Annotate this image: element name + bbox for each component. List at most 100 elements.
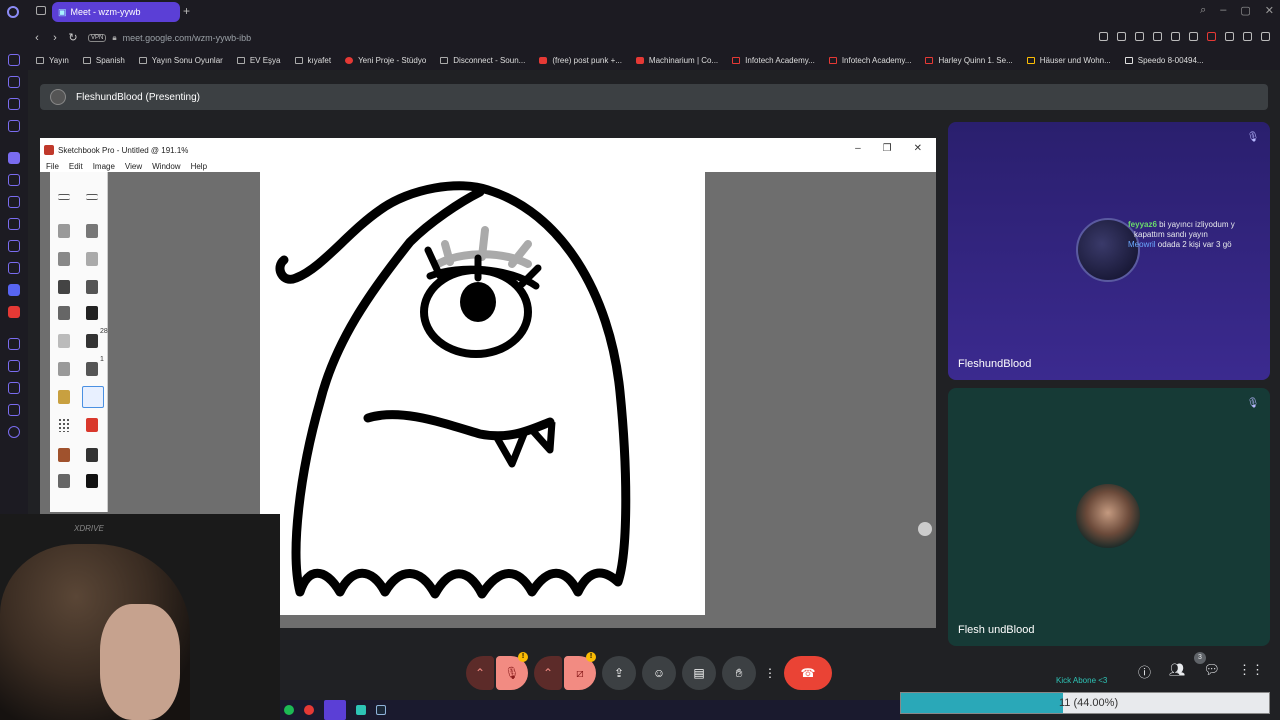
sidebar-icon-9[interactable] (8, 240, 20, 252)
minimize-icon[interactable]: – (855, 143, 861, 154)
close-icon[interactable]: ✕ (1265, 4, 1274, 17)
texture-brush-icon[interactable] (58, 418, 70, 432)
screenshot-icon[interactable] (1117, 32, 1126, 41)
activities-icon[interactable]: ⋮⋮ (1238, 662, 1264, 681)
smudge-icon[interactable] (86, 252, 98, 266)
forward-icon[interactable]: › (46, 32, 64, 44)
stamp-black-icon[interactable] (86, 474, 98, 488)
menu-icon[interactable] (1261, 32, 1270, 41)
sidebar-icon-16[interactable] (8, 404, 20, 416)
sidebar-icon-6[interactable] (8, 174, 20, 186)
menu-edit[interactable]: Edit (69, 162, 83, 172)
more-options-button[interactable]: ⋮ (762, 656, 778, 690)
sidebar-icon-3[interactable] (8, 98, 20, 110)
sidebar-icon-14[interactable] (8, 360, 20, 372)
mic-options-button[interactable]: ⌃ (466, 656, 494, 690)
sidebar-icon-1[interactable] (8, 54, 20, 66)
sidebar-icon-5[interactable] (8, 152, 20, 164)
download-icon[interactable] (1189, 32, 1198, 41)
menu-image[interactable]: Image (93, 162, 115, 172)
fine-brush-icon[interactable] (58, 334, 70, 348)
chat-icon[interactable]: 💬︎ (1203, 662, 1220, 681)
menu-help[interactable]: Help (191, 162, 207, 172)
bookmark-13[interactable]: Speedo 8-00494... (1124, 56, 1204, 65)
maximize-icon[interactable]: ▢ (1240, 4, 1250, 17)
translate-icon[interactable] (1135, 32, 1144, 41)
chisel-icon[interactable] (86, 448, 98, 462)
tab-meet[interactable]: ▣ Meet - wzm-yywb (52, 2, 180, 22)
bookmark-10[interactable]: Infotech Academy... (828, 56, 911, 65)
bookmark-6[interactable]: Disconnect - Soun... (440, 56, 525, 65)
bookmark-9[interactable]: Infotech Academy... (732, 56, 815, 65)
bookmark-icon[interactable] (1099, 32, 1108, 41)
end-call-button[interactable]: ☎︎ (784, 656, 832, 690)
new-tab-button[interactable]: + (183, 4, 190, 18)
bookmark-3[interactable]: EV Eşya (236, 56, 281, 65)
opera-taskbar-icon[interactable] (304, 705, 314, 715)
sidebar-icon-15[interactable] (8, 382, 20, 394)
oil-brush-icon[interactable] (86, 362, 98, 376)
url-input[interactable]: meet.google.com/wzm-yywb-ibb (123, 33, 252, 43)
settings-icon[interactable] (8, 426, 20, 438)
raise-hand-button[interactable]: ✋︎ (722, 656, 756, 690)
brush-settings-icon[interactable] (58, 194, 70, 200)
bookmark-7[interactable]: (free) post punk +... (539, 56, 622, 65)
tab-list-icon[interactable] (36, 6, 46, 15)
hard-brush-icon[interactable] (86, 334, 98, 348)
obs-icon[interactable] (324, 700, 346, 720)
discord-icon[interactable] (8, 284, 20, 296)
bookmark-1[interactable]: Spanish (82, 56, 125, 65)
bookmark-11[interactable]: Harley Quinn 1. Se... (925, 56, 1013, 65)
extensions-icon[interactable] (1225, 32, 1234, 41)
minimize-icon[interactable]: – (1220, 4, 1226, 17)
app-icon[interactable] (356, 705, 366, 715)
drawing-canvas[interactable] (260, 172, 705, 615)
camera-options-button[interactable]: ⌃ (534, 656, 562, 690)
mic-toggle-button[interactable]: 🎙︎! (496, 652, 528, 690)
bookmark-2[interactable]: Yayın Sonu Oyunlar (138, 56, 223, 65)
heart-icon[interactable] (1171, 32, 1180, 41)
pencil-icon[interactable] (86, 280, 98, 294)
x-icon[interactable] (8, 262, 20, 274)
bookmark-8[interactable]: Machinarium | Co... (635, 56, 718, 65)
brush-list-icon[interactable] (86, 194, 98, 200)
close-icon[interactable]: ✕ (914, 143, 922, 154)
extension-red-icon[interactable] (1207, 32, 1216, 41)
back-icon[interactable]: ‹ (28, 32, 46, 44)
sidebar-icon-8[interactable] (8, 218, 20, 230)
restore-icon[interactable]: ❐ (883, 143, 892, 154)
eraser-icon[interactable] (58, 252, 70, 266)
ink-pen-icon[interactable] (58, 306, 70, 320)
bookmark-12[interactable]: Häuser und Wohn... (1026, 56, 1111, 65)
emoji-button[interactable]: ☺ (642, 656, 676, 690)
spotify-icon[interactable] (284, 705, 294, 715)
present-button[interactable]: ⇪ (602, 656, 636, 690)
sidebar-icon-4[interactable] (8, 120, 20, 132)
marker-icon[interactable] (86, 224, 98, 238)
camera-toggle-button[interactable]: ⧄! (564, 652, 596, 690)
selected-brush-icon[interactable] (82, 386, 104, 408)
info-icon[interactable]: ⓘ (1138, 662, 1151, 681)
menu-window[interactable]: Window (152, 162, 180, 172)
sidebar-icon-7[interactable] (8, 196, 20, 208)
people-icon[interactable]: 👥︎ (1169, 662, 1186, 681)
bookmark-4[interactable]: kıyafet (294, 56, 331, 65)
easy-setup-icon[interactable] (1243, 32, 1252, 41)
menu-file[interactable]: File (46, 162, 59, 172)
vpn-badge[interactable]: VPN (88, 33, 107, 42)
bookmark-0[interactable]: Yayın (36, 56, 69, 65)
reload-icon[interactable]: ↻ (64, 31, 82, 44)
airbrush-icon[interactable] (58, 224, 70, 238)
crayon-icon[interactable] (58, 448, 70, 462)
stamp-icon[interactable] (58, 474, 70, 488)
captions-button[interactable]: ▤ (682, 656, 716, 690)
opera-logo-icon[interactable] (7, 6, 19, 18)
steam-icon[interactable] (376, 705, 386, 715)
participant-tile-1[interactable]: 🎙︎ feyyaz6 bi yayıncı izliyodum y kapatt… (948, 122, 1270, 380)
pen-icon[interactable] (58, 280, 70, 294)
red-marker-icon[interactable] (86, 418, 98, 432)
youtube-icon[interactable] (8, 306, 20, 318)
play-icon[interactable] (1153, 32, 1162, 41)
bookmark-5[interactable]: Yeni Proje - Stüdyo (345, 56, 426, 65)
sidebar-icon-13[interactable] (8, 338, 20, 350)
